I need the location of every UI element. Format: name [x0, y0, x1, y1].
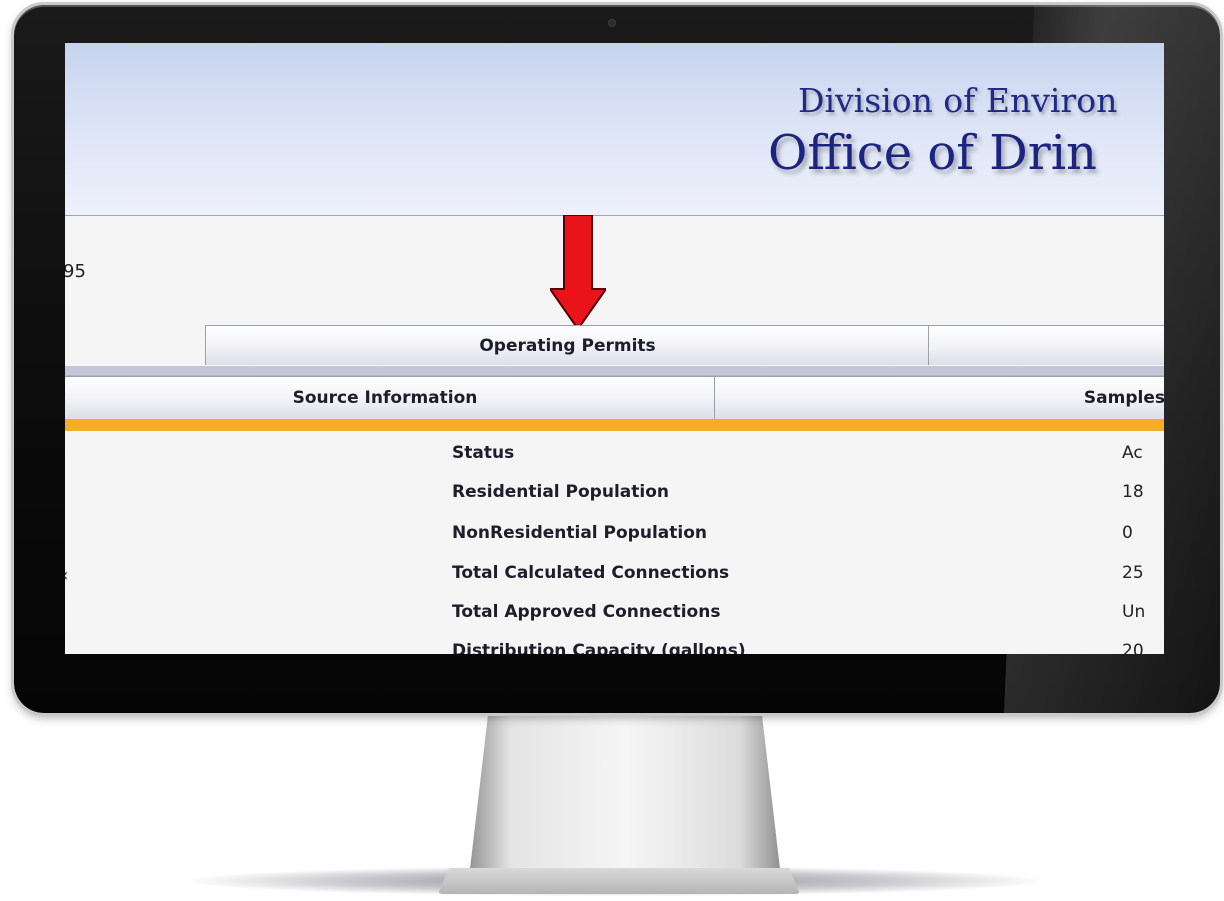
- tab-label: Operating Permits: [479, 335, 656, 356]
- detail-label: NonResidential Population: [452, 523, 707, 543]
- tab-next[interactable]: [928, 325, 1164, 365]
- tab-source-information[interactable]: Source Information: [65, 376, 715, 419]
- tab-label: Source Information: [292, 388, 478, 408]
- detail-value: 20: [1122, 641, 1144, 654]
- monitor-stand-base: [438, 868, 800, 894]
- detail-row-total-approved-connections: Total Approved Connections Un: [65, 602, 1164, 632]
- detail-row-nonresidential-population: NonResidential Population 0: [65, 523, 1164, 553]
- tab-label: Samples: [1083, 388, 1164, 408]
- detail-row-total-calculated-connections: Total Calculated Connections 25: [65, 563, 1164, 593]
- tab-row-secondary: Source Information Samples: [65, 376, 1164, 419]
- detail-row-residential-population: Residential Population 18: [65, 482, 1164, 512]
- active-tab-underline: [65, 419, 1164, 431]
- detail-label: Status: [452, 443, 515, 463]
- detail-value: Ac: [1122, 443, 1143, 463]
- detail-value: 0: [1122, 523, 1133, 543]
- detail-value: Un: [1122, 602, 1146, 622]
- detail-row-distribution-capacity: Distribution Capacity (gallons) 20: [65, 641, 1164, 654]
- detail-label: Total Approved Connections: [452, 602, 721, 622]
- detail-value: 25: [1122, 563, 1144, 583]
- detail-label: Distribution Capacity (gallons): [452, 641, 746, 654]
- red-down-arrow-icon: [550, 215, 606, 331]
- detail-label: Total Calculated Connections: [452, 563, 730, 583]
- camera-icon: [609, 20, 615, 26]
- browser-viewport: Division of Environ Office of Drin 95 Op…: [65, 43, 1164, 654]
- partial-id-text: 95: [65, 261, 86, 282]
- detail-label: Residential Population: [452, 482, 669, 502]
- detail-value: 18: [1122, 482, 1144, 502]
- monitor-stand: [469, 713, 781, 876]
- banner-division-title: Division of Environ: [798, 81, 1118, 120]
- banner-office-title: Office of Drin: [768, 125, 1097, 181]
- tab-row-divider: [65, 366, 1164, 376]
- tab-samples[interactable]: Samples: [714, 376, 1164, 419]
- tab-row-primary: Operating Permits: [205, 325, 1164, 369]
- detail-row-status: Status Ac: [65, 443, 1164, 473]
- site-banner: Division of Environ Office of Drin: [65, 43, 1164, 216]
- tab-operating-permits[interactable]: Operating Permits: [205, 325, 930, 365]
